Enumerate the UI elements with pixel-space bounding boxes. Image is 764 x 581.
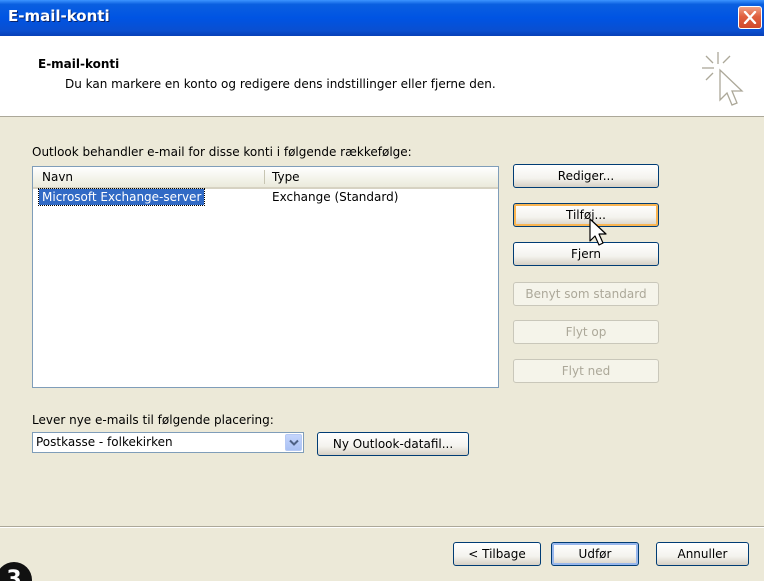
column-divider[interactable] [264, 170, 265, 184]
add-button[interactable]: Tilføj... [513, 203, 659, 227]
move-down-button[interactable]: Flyt ned [513, 359, 659, 383]
set-default-button[interactable]: Benyt som standard [513, 282, 659, 306]
delivery-location-value: Postkasse - folkekirken [36, 435, 173, 449]
remove-button[interactable]: Fjern [513, 242, 659, 266]
header-subtitle: Du kan markere en konto og redigere dens… [65, 77, 496, 91]
cancel-button[interactable]: Annuller [656, 542, 749, 566]
mouse-cursor-icon [589, 218, 607, 246]
accounts-label: Outlook behandler e-mail for disse konti… [32, 145, 412, 159]
wizard-header: E-mail-konti Du kan markere en konto og … [0, 36, 764, 117]
window-title: E-mail-konti [8, 7, 110, 25]
step-badge: 3 [0, 562, 32, 581]
header-title: E-mail-konti [38, 57, 120, 71]
dropdown-arrow[interactable] [285, 434, 302, 451]
move-up-button[interactable]: Flyt op [513, 320, 659, 344]
back-button[interactable]: < Tilbage [453, 542, 541, 566]
footer-separator [0, 526, 764, 528]
close-button[interactable] [738, 6, 762, 29]
account-name-cell: Microsoft Exchange-server [37, 188, 206, 206]
account-row[interactable]: Microsoft Exchange-server Exchange (Stan… [33, 188, 498, 206]
delivery-label: Lever nye e-mails til følgende placering… [32, 413, 274, 427]
close-icon [743, 11, 757, 24]
new-outlook-data-file-button[interactable]: Ny Outlook-datafil... [317, 432, 469, 456]
edit-button[interactable]: Rediger... [513, 164, 659, 188]
email-accounts-dialog: E-mail-konti E-mail-konti Du kan markere… [0, 0, 764, 581]
list-header: Navn Type [33, 167, 498, 189]
finish-button[interactable]: Udfør [551, 542, 639, 566]
accounts-list[interactable]: Navn Type Microsoft Exchange-server Exch… [32, 166, 499, 388]
column-header-type[interactable]: Type [272, 170, 300, 184]
delivery-location-select[interactable]: Postkasse - folkekirken [32, 432, 304, 453]
title-bar[interactable]: E-mail-konti [0, 0, 764, 36]
column-header-name[interactable]: Navn [42, 170, 73, 184]
wizard-cursor-icon [702, 52, 744, 106]
chevron-down-icon [289, 439, 299, 446]
account-type-cell: Exchange (Standard) [272, 190, 399, 204]
